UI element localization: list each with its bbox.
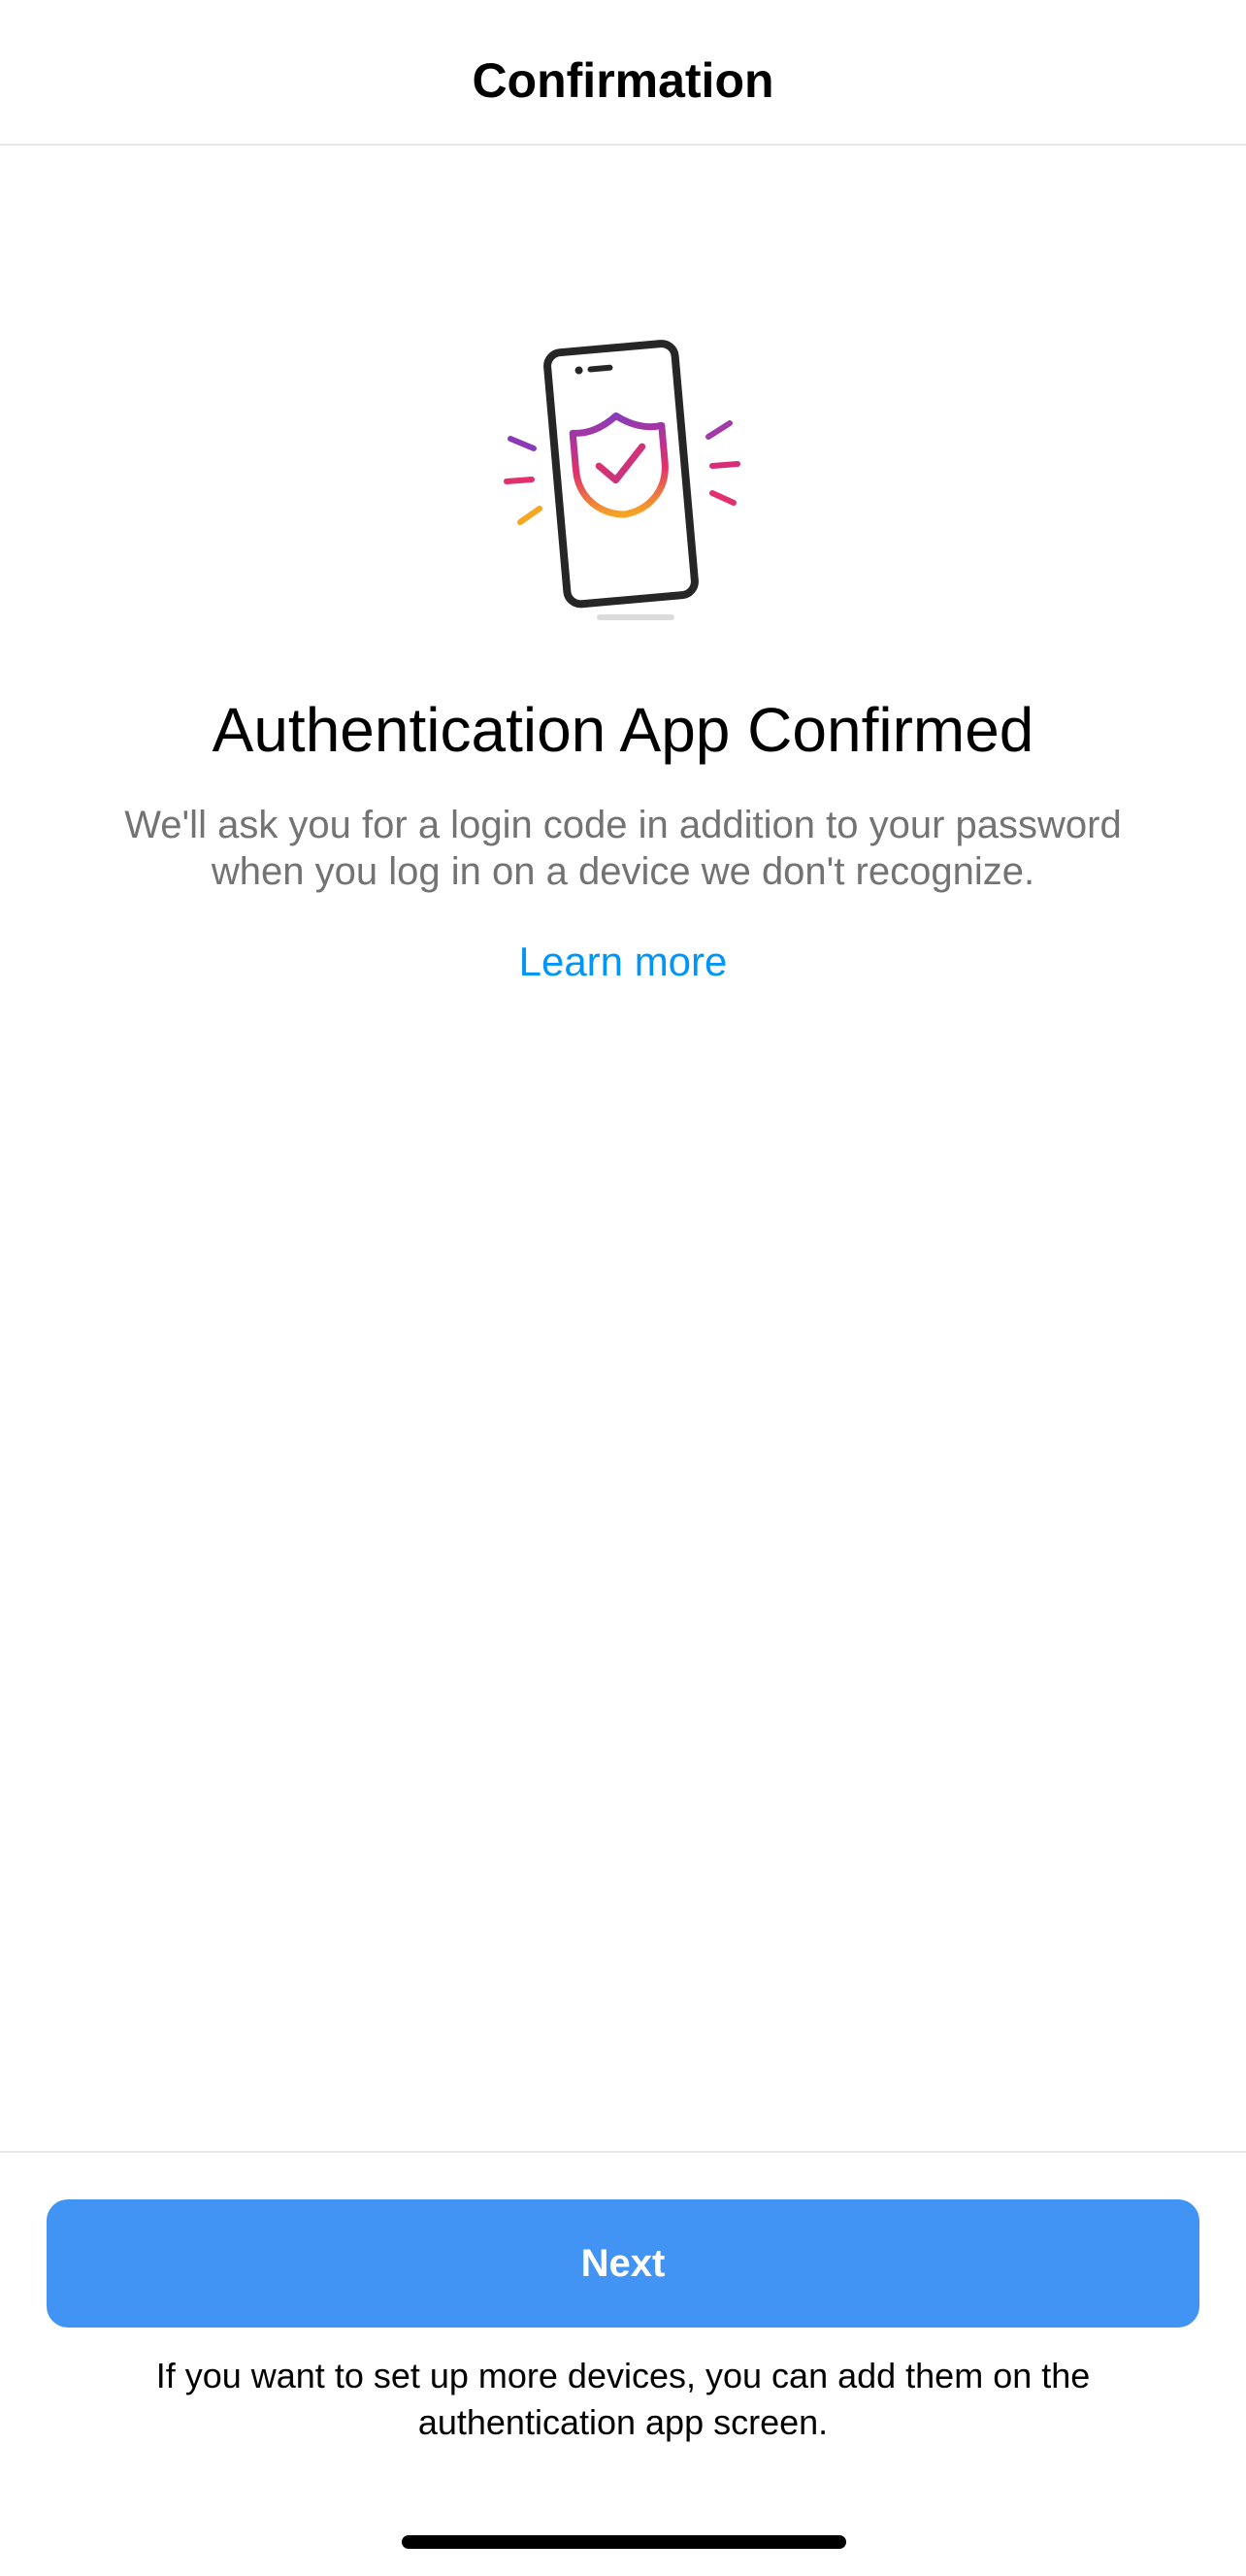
confirmation-headline: Authentication App Confirmed bbox=[212, 695, 1034, 765]
learn-more-link[interactable]: Learn more bbox=[0, 936, 1246, 988]
footer-note-line-1: If you want to set up more devices, you … bbox=[155, 2356, 1091, 2395]
confirmation-description: We'll ask you for a login code in additi… bbox=[58, 802, 1188, 895]
phone-shield-check-icon bbox=[485, 330, 761, 641]
description-line-2: when you log in on a device we don't rec… bbox=[211, 850, 1035, 893]
footer-note-line-2: authentication app screen. bbox=[417, 2402, 829, 2442]
page-title: Confirmation bbox=[472, 53, 774, 108]
description-line-1: We'll ask you for a login code in additi… bbox=[124, 804, 1122, 846]
home-indicator bbox=[402, 2535, 846, 2549]
nav-bar: Confirmation bbox=[0, 0, 1246, 146]
footer-note: If you want to set up more devices, you … bbox=[87, 2353, 1159, 2446]
next-button[interactable]: Next bbox=[47, 2199, 1199, 2328]
footer-divider bbox=[0, 2151, 1246, 2153]
